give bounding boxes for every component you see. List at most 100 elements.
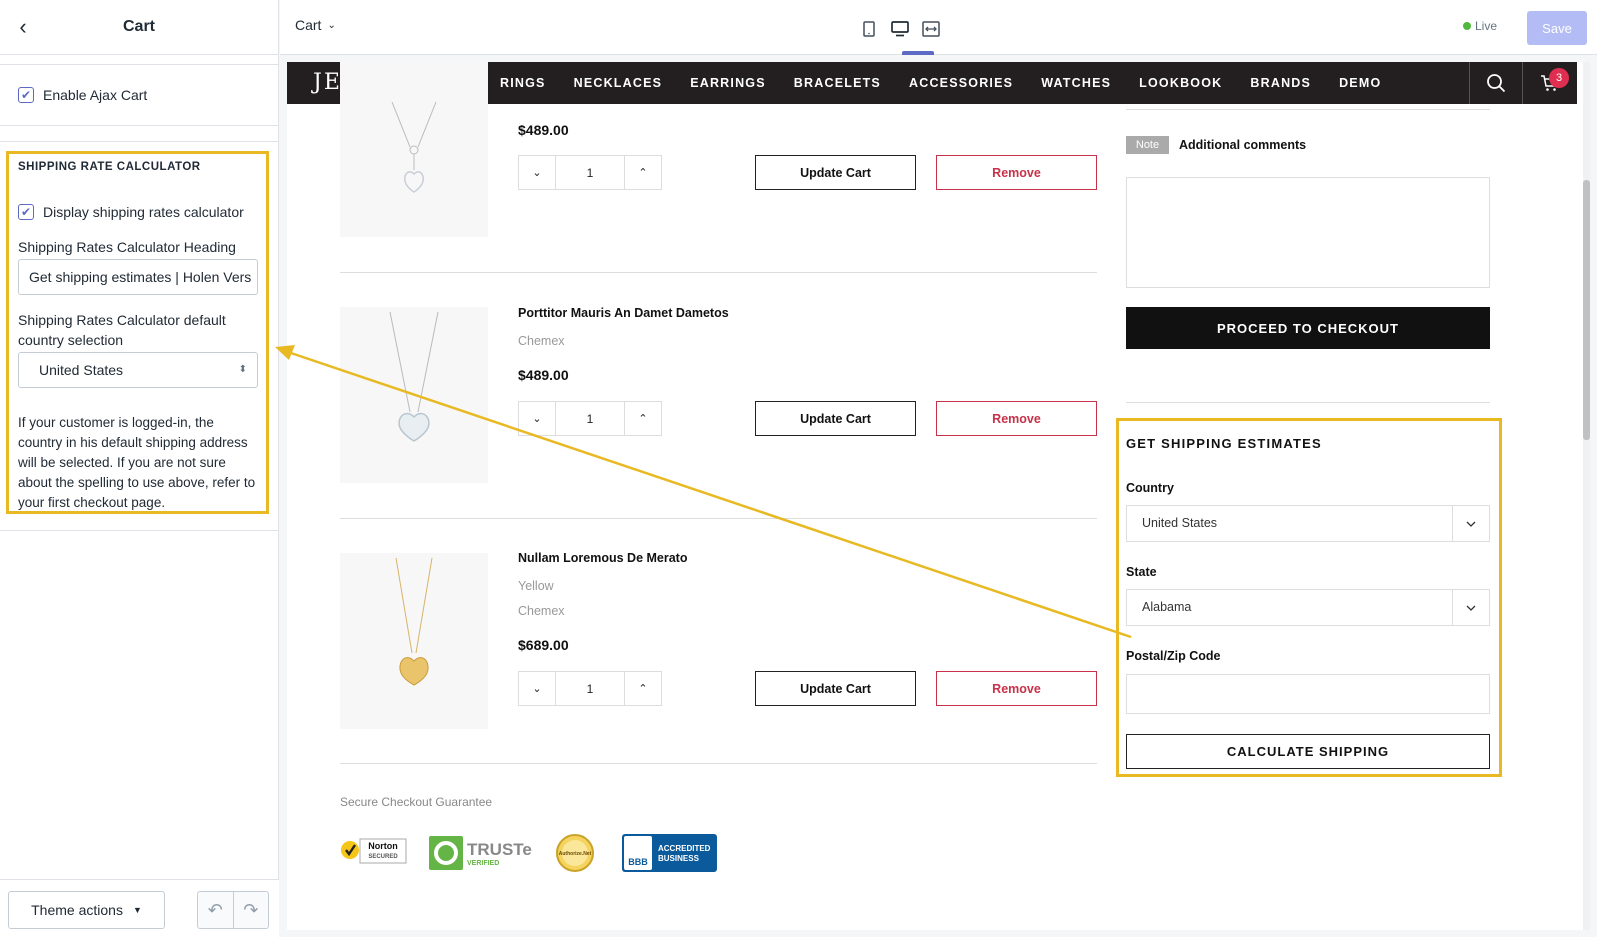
live-label: Live (1475, 19, 1498, 33)
nav-item-bracelets[interactable]: BRACELETS (794, 76, 881, 90)
update-cart-button[interactable]: Update Cart (755, 671, 916, 706)
zip-code-input[interactable] (1126, 674, 1490, 714)
state-select[interactable]: Alabama (1126, 589, 1490, 626)
scroll-thumb[interactable] (1583, 180, 1590, 440)
product-image[interactable] (340, 553, 488, 729)
country-select[interactable]: United States (1126, 505, 1490, 542)
sidebar-header: ‹ Cart (0, 0, 278, 55)
select-arrows-icon: ⬍ (238, 364, 247, 375)
truste-badge: TRUSTe VERIFIED (429, 833, 535, 873)
calculate-shipping-button[interactable]: CALCULATE SHIPPING (1126, 734, 1490, 769)
heading-input[interactable]: Get shipping estimates | Holen Vers (18, 259, 258, 295)
truste-sub-text: VERIFIED (467, 860, 499, 867)
theme-settings-sidebar: ‹ Cart ✔ Enable Ajax Cart SHIPPING RATE … (0, 0, 279, 937)
qty-decrease-icon[interactable]: ⌄ (519, 672, 555, 705)
truste-text: TRUSTe (467, 840, 532, 859)
qty-decrease-icon[interactable]: ⌄ (519, 156, 555, 189)
nav-item-brands[interactable]: BRANDS (1250, 76, 1311, 90)
mobile-view-icon[interactable] (858, 18, 880, 40)
divider (1126, 402, 1490, 403)
chevron-down-icon (1452, 590, 1489, 625)
checkmark-icon: ✔ (18, 87, 34, 103)
quantity-stepper: ⌄ 1 ⌃ (518, 671, 662, 706)
ajax-cart-section: ✔ Enable Ajax Cart (0, 64, 279, 126)
page-selector-label: Cart (295, 17, 322, 33)
country-field-label: Shipping Rates Calculator default countr… (18, 312, 226, 348)
live-status: Live (1463, 19, 1497, 33)
product-name[interactable]: Nullam Loremous De Merato (518, 551, 687, 565)
svg-text:ACCREDITED: ACCREDITED (658, 844, 711, 853)
proceed-to-checkout-button[interactable]: PROCEED TO CHECKOUT (1126, 307, 1490, 349)
desktop-view-icon[interactable] (889, 18, 911, 40)
product-image[interactable] (340, 62, 488, 237)
product-name[interactable]: Porttitor Mauris An Damet Dametos (518, 306, 729, 320)
undo-icon[interactable]: ↶ (198, 892, 233, 928)
theme-actions-label: Theme actions (31, 902, 123, 918)
product-price: $489.00 (518, 367, 569, 383)
nav-item-earrings[interactable]: EARRINGS (690, 76, 766, 90)
page-selector[interactable]: Cart ⌄ (295, 17, 336, 33)
qty-decrease-icon[interactable]: ⌄ (519, 402, 555, 435)
checkmark-icon: ✔ (18, 204, 34, 220)
display-calc-checkbox[interactable]: ✔ Display shipping rates calculator (18, 204, 244, 220)
state-select-value: Alabama (1142, 600, 1192, 614)
product-price: $489.00 (518, 122, 569, 138)
bbb-short-text: BBB (628, 857, 648, 867)
redo-icon[interactable]: ↷ (232, 892, 269, 928)
state-label: State (1126, 565, 1157, 579)
divider (340, 518, 1097, 519)
nav-item-accessories[interactable]: ACCESSORIES (909, 76, 1013, 90)
country-select-value: United States (1142, 516, 1218, 530)
back-arrow-icon[interactable]: ‹ (10, 14, 36, 40)
remove-button[interactable]: Remove (936, 155, 1097, 190)
norton-badge: Norton SECURED (340, 833, 408, 873)
qty-increase-icon[interactable]: ⌃ (625, 672, 661, 705)
editor-topbar: Cart ⌄ Live Save (280, 0, 1597, 55)
country-label: Country (1126, 481, 1174, 495)
heading-field-label: Shipping Rates Calculator Heading (18, 239, 236, 255)
product-variant: Yellow (518, 579, 554, 593)
qty-increase-icon[interactable]: ⌃ (625, 156, 661, 189)
nav-item-lookbook[interactable]: LOOKBOOK (1139, 76, 1222, 90)
remove-button[interactable]: Remove (936, 671, 1097, 706)
additional-comments-textarea[interactable] (1126, 177, 1490, 288)
section-title: SHIPPING RATE CALCULATOR (18, 161, 201, 173)
cart-count-badge: 3 (1549, 68, 1569, 88)
search-icon[interactable] (1469, 62, 1523, 104)
shipping-calculator-section: SHIPPING RATE CALCULATOR ✔ Display shipp… (0, 141, 279, 531)
qty-value[interactable]: 1 (555, 402, 625, 435)
theme-actions-button[interactable]: Theme actions ▼ (8, 891, 165, 929)
qty-increase-icon[interactable]: ⌃ (625, 402, 661, 435)
preview-scrollbar[interactable] (1583, 62, 1590, 930)
update-cart-button[interactable]: Update Cart (755, 155, 916, 190)
undo-redo-group: ↶ ↷ (197, 891, 269, 929)
caret-down-icon: ▼ (132, 905, 142, 915)
enable-ajax-cart-checkbox[interactable]: ✔ Enable Ajax Cart (18, 87, 147, 103)
quantity-stepper: ⌄ 1 ⌃ (518, 155, 662, 190)
save-button[interactable]: Save (1527, 11, 1587, 45)
country-select[interactable]: United States ⬍ (18, 352, 258, 388)
zip-label: Postal/Zip Code (1126, 649, 1221, 663)
sidebar-footer: Theme actions ▼ ↶ ↷ (0, 879, 279, 937)
product-vendor: Chemex (518, 604, 565, 618)
shipping-estimates-title: GET SHIPPING ESTIMATES (1126, 436, 1322, 451)
store-preview: JEWELIAS RINGS NECKLACES EARRINGS BRACEL… (287, 62, 1590, 930)
nav-item-rings[interactable]: RINGS (500, 76, 546, 90)
fullscreen-view-icon[interactable] (920, 18, 942, 40)
help-text: If your customer is logged-in, the count… (18, 415, 256, 510)
nav-item-watches[interactable]: WATCHES (1041, 76, 1111, 90)
norton-sub-text: SECURED (368, 854, 398, 860)
qty-value[interactable]: 1 (555, 156, 625, 189)
product-vendor: Chemex (518, 334, 565, 348)
live-dot-icon (1463, 22, 1471, 30)
product-price: $689.00 (518, 637, 569, 653)
divider (340, 272, 1097, 273)
enable-ajax-cart-label: Enable Ajax Cart (43, 87, 148, 103)
authorize-net-badge: Authorize.Net (553, 833, 597, 873)
nav-item-necklaces[interactable]: NECKLACES (574, 76, 663, 90)
product-image[interactable] (340, 307, 488, 483)
nav-item-demo[interactable]: DEMO (1339, 76, 1381, 90)
update-cart-button[interactable]: Update Cart (755, 401, 916, 436)
qty-value[interactable]: 1 (555, 672, 625, 705)
remove-button[interactable]: Remove (936, 401, 1097, 436)
